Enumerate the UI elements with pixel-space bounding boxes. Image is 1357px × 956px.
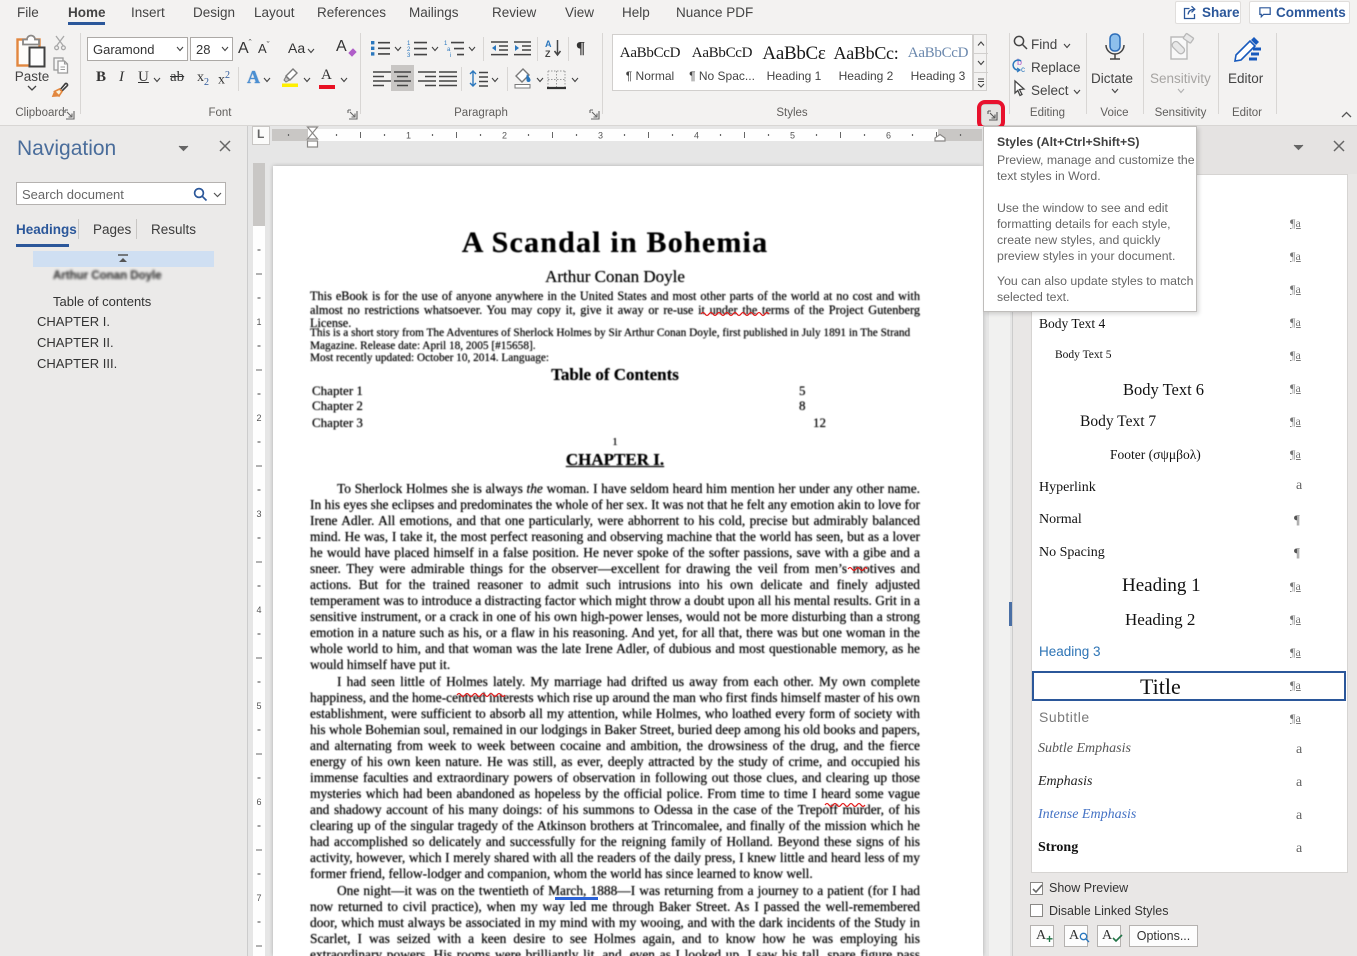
svg-text:3: 3: [407, 53, 411, 59]
svg-text:5: 5: [790, 131, 795, 141]
svg-text:3: 3: [598, 131, 603, 141]
svg-text:Z: Z: [545, 49, 551, 59]
svg-text:2: 2: [502, 131, 507, 141]
svg-text:6: 6: [886, 131, 891, 141]
svg-text:c: c: [1021, 65, 1025, 74]
svg-text:7: 7: [256, 893, 261, 903]
svg-text:4: 4: [694, 131, 699, 141]
svg-text:6: 6: [256, 797, 261, 807]
svg-text:2: 2: [256, 413, 261, 423]
svg-text:A: A: [545, 39, 552, 49]
svg-text:1: 1: [406, 131, 411, 141]
svg-text:4: 4: [256, 605, 261, 615]
svg-text:i: i: [450, 53, 451, 59]
svg-text:5: 5: [256, 701, 261, 711]
svg-text:3: 3: [256, 509, 261, 519]
svg-text:1: 1: [256, 317, 261, 327]
